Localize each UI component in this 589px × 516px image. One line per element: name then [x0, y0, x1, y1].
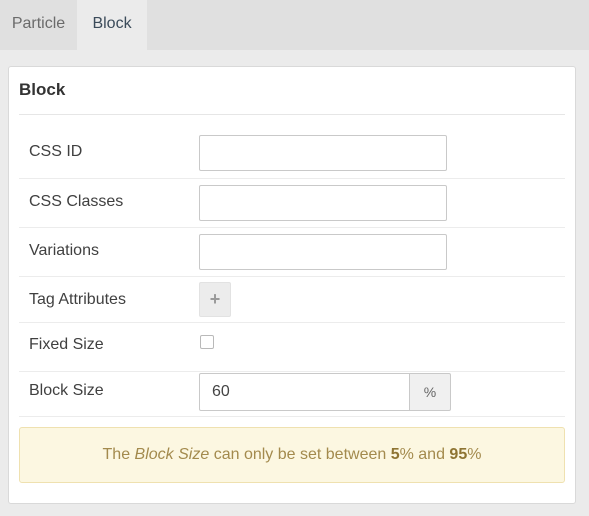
notice-text: % — [467, 446, 482, 463]
notice-text: The — [102, 446, 135, 463]
fixed-size-checkbox[interactable] — [200, 335, 214, 349]
row-css-classes: CSS Classes — [19, 179, 565, 228]
notice-text: % and — [399, 446, 450, 463]
css-classes-label: CSS Classes — [29, 193, 124, 210]
block-size-notice: The Block Size can only be set between 5… — [19, 427, 565, 483]
notice-max-value: 95 — [449, 446, 468, 463]
tag-attributes-label: Tag Attributes — [29, 291, 126, 308]
variations-input[interactable] — [199, 234, 447, 270]
variations-label: Variations — [29, 242, 99, 259]
block-settings-panel: Block CSS ID CSS Classes Variations Tag … — [8, 66, 576, 504]
row-css-id: CSS ID — [19, 115, 565, 179]
panel-title: Block — [19, 80, 66, 99]
block-size-input[interactable]: 60 — [199, 373, 410, 411]
notice-min-value: 5 — [390, 446, 400, 463]
notice-emphasis: Block Size — [134, 446, 210, 463]
row-fixed-size: Fixed Size — [19, 323, 565, 372]
plus-icon: + — [209, 289, 221, 309]
add-tag-attribute-button[interactable]: + — [199, 282, 231, 317]
tab-particle[interactable]: Particle — [0, 0, 77, 50]
css-id-label: CSS ID — [29, 143, 83, 160]
row-tag-attributes: Tag Attributes + — [19, 277, 565, 323]
row-variations: Variations — [19, 228, 565, 277]
css-classes-input[interactable] — [199, 185, 447, 221]
notice-text: can only be set between — [209, 446, 391, 463]
css-id-input[interactable] — [199, 135, 447, 171]
row-block-size: Block Size 60 % — [19, 372, 565, 417]
tab-bar: Particle Block — [0, 0, 589, 50]
fixed-size-label: Fixed Size — [29, 336, 104, 353]
block-size-label: Block Size — [29, 382, 104, 399]
tab-block[interactable]: Block — [77, 0, 147, 50]
percent-unit-addon: % — [409, 373, 451, 411]
